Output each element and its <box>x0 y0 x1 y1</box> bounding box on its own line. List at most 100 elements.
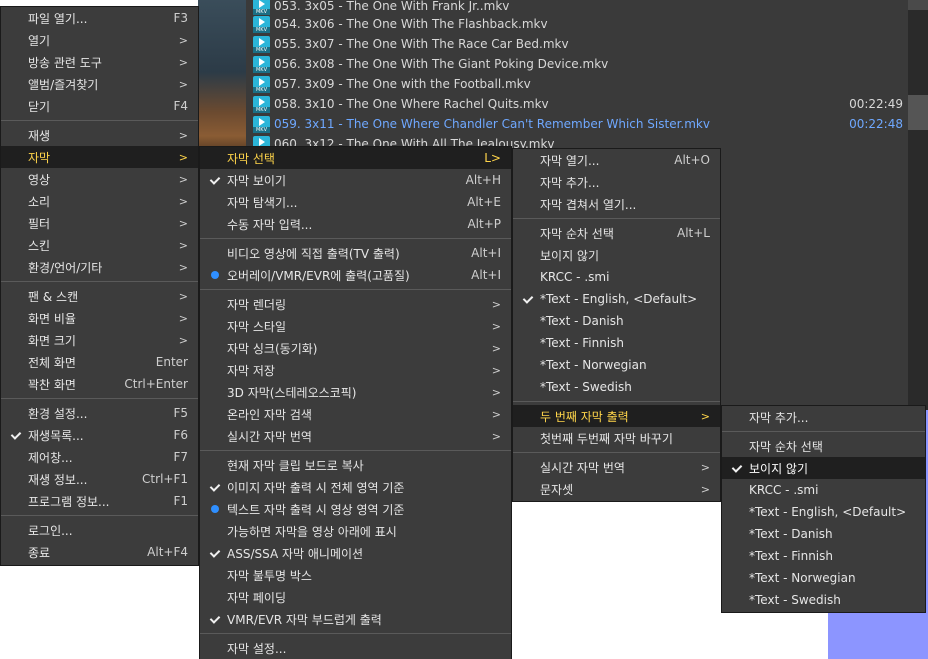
menu-item-label: 온라인 자막 검색 <box>227 407 312 422</box>
submenu-arrow-icon: > <box>491 319 501 333</box>
menu-item-filter[interactable]: 필터 > <box>1 212 198 234</box>
mkv-file-icon <box>253 0 270 15</box>
menu-item-hide[interactable]: 보이지 않기 <box>722 457 925 479</box>
menu-item-close[interactable]: 닫기 F4 <box>1 95 198 117</box>
menu-item-control-panel[interactable]: 제어창... F7 <box>1 446 198 468</box>
menu-item-charset[interactable]: 문자셋 > <box>513 478 720 500</box>
menu-item-add-subtitle[interactable]: 자막 추가... <box>722 406 925 428</box>
menu-item-fill-screen[interactable]: 꽉찬 화면 Ctrl+Enter <box>1 373 198 395</box>
playlist-scrollbar-segment[interactable] <box>908 95 928 130</box>
menu-item-fading[interactable]: 자막 페이딩 <box>200 586 511 608</box>
menu-item-label: 자막 페이딩 <box>227 590 287 605</box>
menu-item-track-danish[interactable]: *Text - Danish <box>722 523 925 545</box>
menu-item-playback-info[interactable]: 재생 정보... Ctrl+F1 <box>1 468 198 490</box>
menu-item-track-english[interactable]: *Text - English, <Default> <box>513 288 720 310</box>
menu-item-label: 종료 <box>28 545 51 560</box>
menu-item-subtitle-style[interactable]: 자막 스타일 > <box>200 315 511 337</box>
menu-item-swap-subtitles[interactable]: 첫번째 두번째 자막 바꾸기 <box>513 427 720 449</box>
menu-item-label: 자막 스타일 <box>227 319 287 334</box>
menu-item-realtime-translate[interactable]: 실시간 자막 번역 > <box>513 456 720 478</box>
submenu-arrow-icon: > <box>491 363 501 377</box>
menu-item-smooth-output[interactable]: VMR/EVR 자막 부드럽게 출력 <box>200 608 511 630</box>
menu-item-sound[interactable]: 소리 > <box>1 190 198 212</box>
menu-item-below-video[interactable]: 가능하면 자막을 영상 아래에 표시 <box>200 520 511 542</box>
menu-item-label: 실시간 자막 번역 <box>227 429 312 444</box>
menu-item-screen-size[interactable]: 화면 크기 > <box>1 329 198 351</box>
menu-item-exit[interactable]: 종료 Alt+F4 <box>1 541 198 563</box>
menu-item-add-subtitle[interactable]: 자막 추가... <box>513 171 720 193</box>
menu-item-about[interactable]: 프로그램 정보... F1 <box>1 490 198 512</box>
menu-item-track-english[interactable]: *Text - English, <Default> <box>722 501 925 523</box>
menu-item-track-norwegian[interactable]: *Text - Norwegian <box>722 567 925 589</box>
menu-item-open-subtitle[interactable]: 자막 열기... Alt+O <box>513 149 720 171</box>
menu-item-subtitle-settings[interactable]: 자막 설정... <box>200 637 511 659</box>
menu-item-subtitle-save[interactable]: 자막 저장 > <box>200 359 511 381</box>
menu-item-aspect-ratio[interactable]: 화면 비율 > <box>1 307 198 329</box>
menu-item-open-file[interactable]: 파일 열기... F3 <box>1 7 198 29</box>
menu-item-open[interactable]: 열기 > <box>1 29 198 51</box>
menu-item-playlist[interactable]: 재생목록... F6 <box>1 424 198 446</box>
submenu-arrow-icon: > <box>178 77 188 91</box>
menu-item-overlay-open[interactable]: 자막 겹쳐서 열기... <box>513 193 720 215</box>
menu-item-environment[interactable]: 환경/언어/기타 > <box>1 256 198 278</box>
menu-item-opaque-box[interactable]: 자막 불투명 박스 <box>200 564 511 586</box>
menu-item-label: 화면 비율 <box>28 311 76 326</box>
submenu-arrow-icon: > <box>700 460 710 474</box>
playlist-row[interactable]: 056. 3x08 - The One With The Giant Pokin… <box>253 54 903 74</box>
menu-item-fullscreen[interactable]: 전체 화면 Enter <box>1 351 198 373</box>
menu-item-label: 화면 크기 <box>28 333 76 348</box>
menu-item-sequential-select[interactable]: 자막 순차 선택 <box>722 435 925 457</box>
playlist-scrollbar-track[interactable] <box>908 0 928 410</box>
menu-item-login[interactable]: 로그인... <box>1 519 198 541</box>
menu-item-text-video-area[interactable]: 텍스트 자막 출력 시 영상 영역 기준 <box>200 498 511 520</box>
menu-item-subtitle-explorer[interactable]: 자막 탐색기... Alt+E <box>200 191 511 213</box>
playlist-row[interactable]: 057. 3x09 - The One with the Football.mk… <box>253 74 903 94</box>
playlist-scrollbar-thumb[interactable] <box>908 0 928 10</box>
menu-item-play[interactable]: 재생 > <box>1 124 198 146</box>
radio-selected-icon <box>209 503 221 515</box>
menu-item-track-norwegian[interactable]: *Text - Norwegian <box>513 354 720 376</box>
playlist-row-title: 053. 3x05 - The One With Frank Jr..mkv <box>274 0 510 13</box>
menu-item-video[interactable]: 영상 > <box>1 168 198 190</box>
menu-item-hide[interactable]: 보이지 않기 <box>513 244 720 266</box>
menu-item-subtitle-select[interactable]: 자막 선택 L> <box>200 147 511 169</box>
menu-item-track-danish[interactable]: *Text - Danish <box>513 310 720 332</box>
menu-item-pan-scan[interactable]: 팬 & 스캔 > <box>1 285 198 307</box>
menu-item-3d-subtitle[interactable]: 3D 자막(스테레오스코픽) > <box>200 381 511 403</box>
menu-item-track-krcc[interactable]: KRCC - .smi <box>722 479 925 501</box>
submenu-arrow-icon: > <box>178 128 188 142</box>
menu-item-label: 자막 설정... <box>227 641 287 656</box>
menu-item-subtitle-sync[interactable]: 자막 싱크(동기화) > <box>200 337 511 359</box>
playlist-row-current[interactable]: 059. 3x11 - The One Where Chandler Can't… <box>253 114 903 134</box>
menu-item-overlay-output[interactable]: 오버레이/VMR/EVR에 출력(고품질) Alt+I <box>200 264 511 286</box>
menu-item-track-swedish[interactable]: *Text - Swedish <box>722 589 925 611</box>
menu-item-subtitles[interactable]: 자막 > <box>1 146 198 168</box>
menu-item-show-subtitles[interactable]: 자막 보이기 Alt+H <box>200 169 511 191</box>
menu-item-album-favorites[interactable]: 앨범/즐겨찾기 > <box>1 73 198 95</box>
playlist-row-title: 054. 3x06 - The One With The Flashback.m… <box>274 17 548 31</box>
menu-item-sequential-select[interactable]: 자막 순차 선택 Alt+L <box>513 222 720 244</box>
menu-item-track-finnish[interactable]: *Text - Finnish <box>722 545 925 567</box>
menu-item-subtitle-rendering[interactable]: 자막 렌더링 > <box>200 293 511 315</box>
menu-item-track-finnish[interactable]: *Text - Finnish <box>513 332 720 354</box>
playlist-row[interactable]: 054. 3x06 - The One With The Flashback.m… <box>253 14 903 34</box>
menu-item-realtime-translate[interactable]: 실시간 자막 번역 > <box>200 425 511 447</box>
menu-item-online-search[interactable]: 온라인 자막 검색 > <box>200 403 511 425</box>
menu-item-broadcast-tools[interactable]: 방송 관련 도구 > <box>1 51 198 73</box>
menu-item-tv-output[interactable]: 비디오 영상에 직접 출력(TV 출력) Alt+I <box>200 242 511 264</box>
menu-separator <box>1 120 198 121</box>
menu-item-copy-clipboard[interactable]: 현재 자막 클립 보드로 복사 <box>200 454 511 476</box>
menu-item-skin[interactable]: 스킨 > <box>1 234 198 256</box>
menu-item-ass-animation[interactable]: ASS/SSA 자막 애니메이션 <box>200 542 511 564</box>
menu-item-shortcut: Alt+I <box>471 268 501 282</box>
playlist-row[interactable]: 055. 3x07 - The One With The Race Car Be… <box>253 34 903 54</box>
menu-item-second-subtitle[interactable]: 두 번째 자막 출력 > <box>513 405 720 427</box>
menu-item-preferences[interactable]: 환경 설정... F5 <box>1 402 198 424</box>
menu-item-track-krcc[interactable]: KRCC - .smi <box>513 266 720 288</box>
playlist-row[interactable]: 058. 3x10 - The One Where Rachel Quits.m… <box>253 94 903 114</box>
menu-item-image-full-area[interactable]: 이미지 자막 출력 시 전체 영역 기준 <box>200 476 511 498</box>
menu-item-manual-subtitle[interactable]: 수동 자막 입력... Alt+P <box>200 213 511 235</box>
menu-item-label: 이미지 자막 출력 시 전체 영역 기준 <box>227 480 405 495</box>
menu-item-shortcut: F6 <box>173 428 188 442</box>
menu-item-track-swedish[interactable]: *Text - Swedish <box>513 376 720 398</box>
